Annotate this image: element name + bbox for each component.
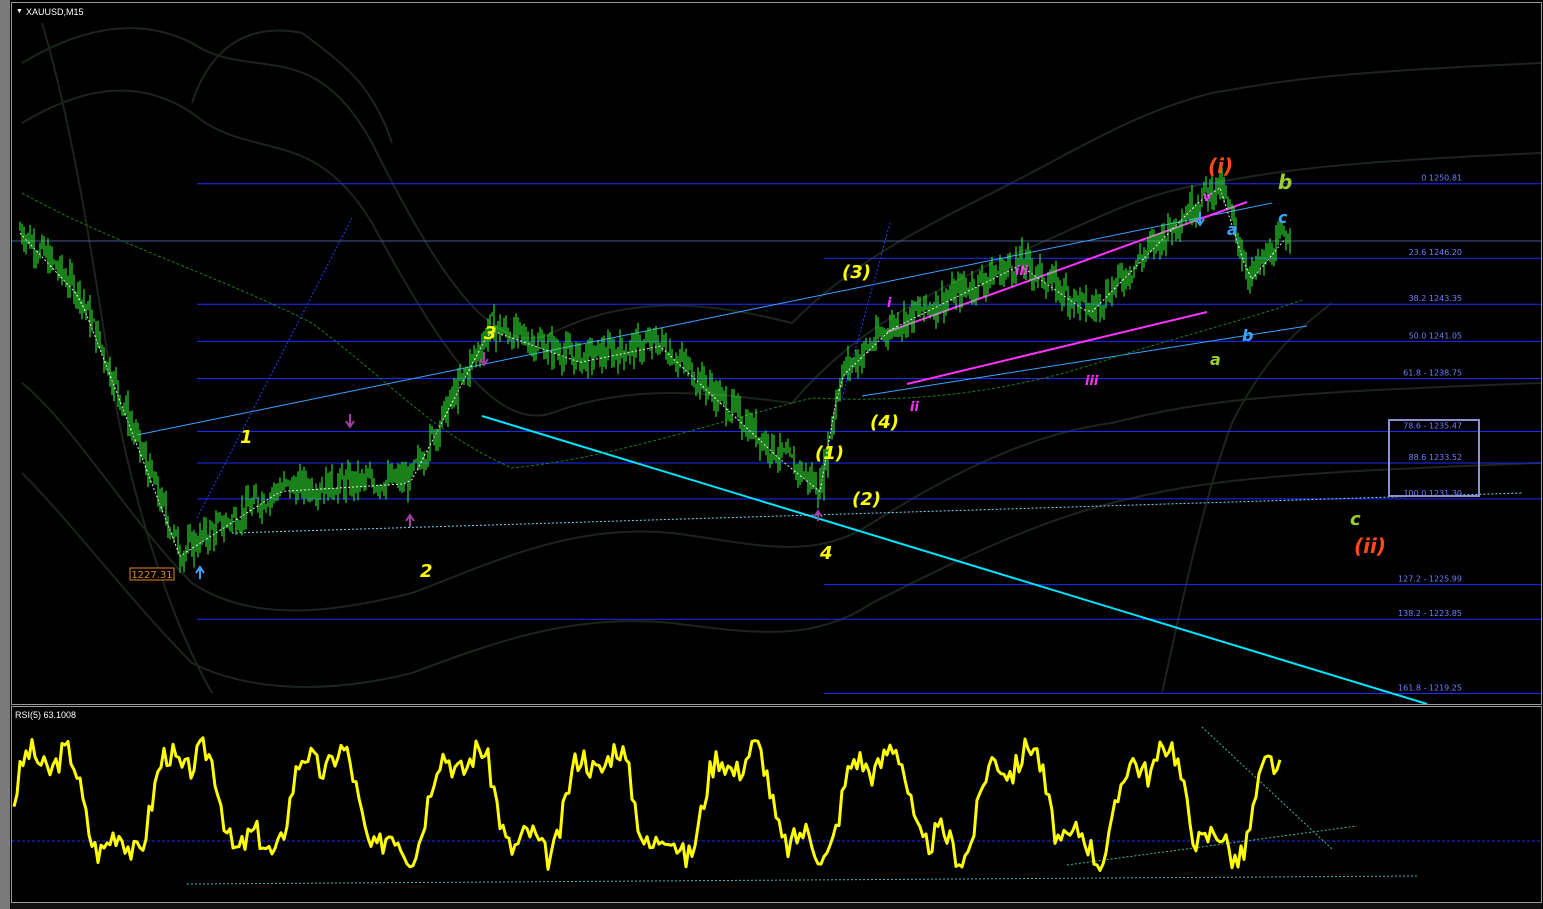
- fib-label-161-8: 161.8 - 1219.25: [1398, 684, 1462, 693]
- wave-label: 2: [420, 561, 433, 582]
- rsi-title: RSI(5) 63.1008: [15, 710, 77, 720]
- wave-label: (3): [842, 262, 871, 283]
- rsi-line: [12, 736, 1282, 872]
- bollinger-bands: [21, 22, 1541, 694]
- fib-projection-line-2: [841, 222, 891, 399]
- down-arrow-icon: [345, 414, 355, 429]
- channel-upper-line: [136, 202, 1273, 436]
- wave-label: a: [1227, 220, 1238, 239]
- wave-label: c: [1350, 509, 1361, 530]
- wave-label: (i): [1208, 154, 1233, 178]
- wave-label: (1): [815, 443, 844, 464]
- wave-label: b: [1278, 170, 1292, 194]
- fib-projection-line-1: [196, 217, 353, 519]
- time-axis-bar: [11, 903, 1542, 909]
- wave-label: 4: [819, 543, 833, 564]
- rsi-support-line: [186, 875, 1418, 885]
- fib-label-61-8: 61.8 - 1238.75: [1403, 369, 1462, 378]
- price-marker-label: 1227.31: [131, 570, 172, 581]
- wave-label: i: [887, 296, 892, 311]
- wave-label: iii: [1015, 264, 1029, 279]
- wave-label: iii: [1085, 374, 1099, 389]
- price-chart-panel[interactable]: 0 1250.81 23.6 1246.20 38.2 1243.35 50.0 12…: [11, 2, 1542, 705]
- wave-label: c: [1278, 208, 1288, 227]
- candlestick-series: [19, 162, 1291, 573]
- rsi-falling-line: [1201, 726, 1333, 850]
- fib-label-138-2: 138.2 - 1223.85: [1398, 609, 1462, 618]
- collapse-icon[interactable]: ▼: [16, 8, 23, 15]
- rsi-chart-svg: [12, 726, 1541, 885]
- fib-label-23-6: 23.6 1246.20: [1409, 248, 1462, 257]
- fib-label-38-2: 38.2 1243.35: [1409, 294, 1462, 303]
- wedge-upper-line: [886, 201, 1248, 333]
- wedge-lower-line: [906, 311, 1208, 385]
- wave-label: (ii): [1354, 534, 1386, 558]
- up-arrow-icon: [405, 513, 415, 527]
- white-dotted-average: [19, 187, 1285, 557]
- left-toolbar-strip: [0, 0, 10, 909]
- fib-label-78-6: 78.6 - 1235.47: [1403, 422, 1462, 431]
- chart-window: 0 1250.81 23.6 1246.20 38.2 1243.35 50.0 12…: [0, 0, 1543, 909]
- wave-label: ii: [910, 400, 919, 415]
- wave-label: (2): [852, 489, 881, 510]
- rsi-panel[interactable]: RSI(5) 63.1008: [11, 706, 1542, 903]
- fib-label-88-6: 88.6 1233.52: [1409, 453, 1462, 462]
- price-chart-svg: 0 1250.81 23.6 1246.20 38.2 1243.35 50.0 12…: [12, 22, 1541, 704]
- wave-label: b: [1242, 326, 1253, 345]
- wave-label: (4): [870, 412, 899, 433]
- fib-label-127-2: 127.2 - 1225.99: [1398, 575, 1462, 584]
- wave-label: 1: [240, 427, 253, 448]
- fib-label-0: 0 1250.81: [1421, 174, 1462, 183]
- descending-trendline: [481, 415, 1428, 704]
- up-arrow-icon: [195, 565, 205, 579]
- fib-label-50-0: 50.0 1241.05: [1409, 331, 1462, 340]
- wave-label: v: [1203, 190, 1212, 205]
- wave-label: a: [1210, 350, 1221, 369]
- wave-label: 3: [484, 323, 497, 344]
- symbol-title: XAUUSD,M15: [26, 7, 84, 17]
